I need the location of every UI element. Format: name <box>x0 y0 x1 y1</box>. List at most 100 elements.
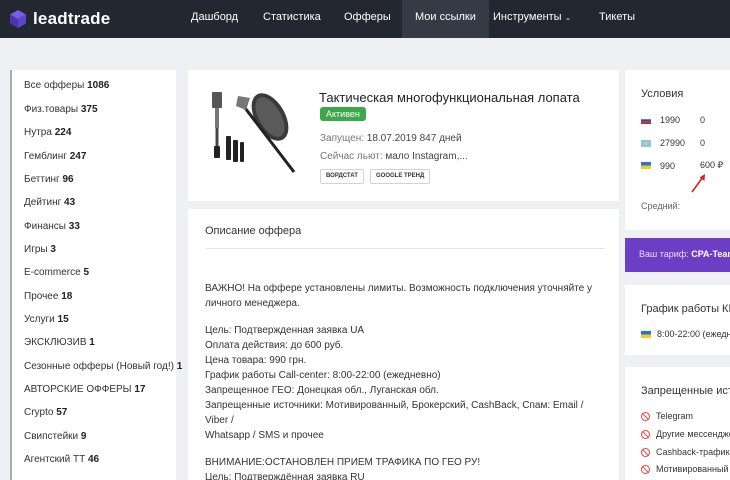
sidebar-item-services[interactable]: Услуги 15 <box>24 314 69 325</box>
sidebar-item-nutra[interactable]: Нутра 224 <box>24 127 71 138</box>
sidebar-item-label: Сезонные офферы (Новый год!) <box>24 361 174 372</box>
brand-name: leadtrade <box>33 9 111 28</box>
sidebar-item-label: Нутра <box>24 127 52 138</box>
sidebar-item-count: 9 <box>80 431 87 442</box>
category-sidebar: Все офферы 1086 Физ.товары 375 Нутра 224… <box>10 70 182 480</box>
sidebar-item-games[interactable]: Игры 3 <box>24 244 56 255</box>
sidebar-item-count: 18 <box>61 291 73 302</box>
sidebar-item-finance[interactable]: Финансы 33 <box>24 221 80 232</box>
offer-description-card: Описание оффера ВАЖНО! На оффере установ… <box>188 209 619 480</box>
condition-payout: 0 <box>700 115 706 125</box>
schedule-hours: 8:00-22:00 (ежедн <box>657 329 730 339</box>
kz-flag-icon <box>641 139 651 147</box>
brand-logo[interactable]: leadtrade <box>9 8 110 30</box>
condition-row-ua: 990 600 ₽ <box>641 160 723 171</box>
description-title: Описание оффера <box>205 225 302 237</box>
nav-statistics[interactable]: Статистика <box>250 0 334 38</box>
sidebar-item-count: 224 <box>54 127 72 138</box>
sidebar-item-count: 96 <box>62 174 74 185</box>
average-label: Средний: <box>641 201 681 211</box>
sidebar-item-ecommerce[interactable]: E-commerce 5 <box>24 267 89 278</box>
current-traffic-value: мало Instagram,... <box>385 151 468 162</box>
sidebar-item-label: АВТОРСКИЕ ОФФЕРЫ <box>24 384 132 395</box>
sidebar-item-count: 43 <box>64 197 76 208</box>
sidebar-item-label: Физ.товары <box>24 104 79 115</box>
description-line: Запрещенное ГЕО: Донецкая обл., Луганска… <box>205 385 439 396</box>
sidebar-item-count: 46 <box>87 454 100 465</box>
ua-flag-icon <box>641 330 651 338</box>
forbidden-source-label: Мотивированный <box>656 464 729 474</box>
sidebar-item-other[interactable]: Прочее 18 <box>24 291 72 302</box>
product-image <box>212 92 296 173</box>
sidebar-item-count: 17 <box>134 384 146 395</box>
sidebar-item-physical-goods[interactable]: Физ.товары 375 <box>24 104 98 115</box>
sidebar-item-dating[interactable]: Дейтинг 43 <box>24 197 75 208</box>
sidebar-item-label: Дейтинг <box>24 197 62 208</box>
description-line: ВНИМАНИЕ:ОСТАНОВЛЕН ПРИЕМ ТРАФИКА ПО ГЕО… <box>205 457 481 468</box>
offer-header-card: Тактическая многофункциональная лопата А… <box>188 70 619 201</box>
condition-row-ru: 1990 0 <box>641 115 705 125</box>
current-traffic-label: Сейчас льют: <box>320 151 383 162</box>
ua-flag-icon <box>641 162 651 169</box>
forbidden-source-item: Cashback-трафик <box>641 447 730 457</box>
sidebar-item-author-offers[interactable]: АВТОРСКИЕ ОФФЕРЫ 17 <box>24 384 145 395</box>
description-line: личного менеджера. <box>205 298 300 309</box>
sidebar-item-sweepstakes[interactable]: Свипстейки 9 <box>24 431 86 442</box>
sidebar-item-label: Гемблинг <box>24 151 67 162</box>
status-badge: Активен <box>320 107 366 121</box>
condition-price: 27990 <box>660 138 686 148</box>
nav-offers[interactable]: Офферы <box>331 0 404 38</box>
sidebar-item-seasonal[interactable]: Сезонные офферы (Новый год!) 1 <box>24 361 182 372</box>
nav-tools[interactable]: Инструменты ⌄ <box>480 0 584 38</box>
sidebar-item-all-offers[interactable]: Все офферы 1086 <box>24 80 109 91</box>
description-line: ВАЖНО! На оффере установлены лимиты. Воз… <box>205 283 593 294</box>
cube-logo-icon <box>10 10 26 28</box>
sidebar-item-label: Crypto <box>24 407 54 418</box>
description-gap <box>205 311 605 323</box>
sidebar-item-count: 247 <box>69 151 87 162</box>
sidebar-item-agency-tt[interactable]: Агентский ТТ 46 <box>24 454 99 465</box>
forbidden-source-item: Другие мессендже <box>641 429 730 439</box>
description-gap <box>205 443 605 455</box>
sidebar-item-count: 33 <box>68 221 80 232</box>
description-line: Whatsapp / SMS и прочее <box>205 430 324 441</box>
condition-payout: 600 ₽ <box>700 160 724 170</box>
nav-dashboard[interactable]: Дашборд <box>178 0 251 38</box>
nav-tickets[interactable]: Тикеты <box>586 0 648 38</box>
top-navigation-bar: leadtrade Дашборд Статистика Офферы Мои … <box>0 0 730 38</box>
launch-date-value: 18.07.2019 847 дней <box>366 133 462 144</box>
launch-date-label: Запущен: <box>320 133 364 144</box>
sidebar-item-label: Беттинг <box>24 174 60 185</box>
sidebar-item-crypto[interactable]: Crypto 57 <box>24 407 67 418</box>
sidebar-item-gambling[interactable]: Гемблинг 247 <box>24 151 86 162</box>
description-line: Цена товара: 990 грн. <box>205 355 307 366</box>
sidebar-item-count: 1 <box>176 361 183 372</box>
condition-price: 990 <box>660 160 676 171</box>
forbidden-source-item: Мотивированный <box>641 464 729 474</box>
sidebar-item-label: Агентский ТТ <box>24 454 86 465</box>
nav-my-links[interactable]: Мои ссылки <box>402 0 489 38</box>
sidebar-item-count: 57 <box>56 407 68 418</box>
sidebar-item-count: 3 <box>50 244 56 255</box>
google-trend-button[interactable]: GOOGLE ТРЕНД <box>370 169 431 184</box>
sidebar-item-label: Игры <box>24 244 48 255</box>
tariff-value: CPA-Team <box>691 249 730 259</box>
sidebar-item-count: 375 <box>80 104 98 115</box>
tariff-text: Ваш тариф: CPA-Team <box>639 249 730 259</box>
forbidden-source-label: Cashback-трафик <box>656 447 730 457</box>
sidebar-item-betting[interactable]: Беттинг 96 <box>24 174 74 185</box>
forbidden-source-label: Другие мессендже <box>656 429 730 439</box>
sidebar-item-exclusive[interactable]: ЭКСКЛЮЗИВ 1 <box>24 337 95 348</box>
description-line: График работы Call-center: 8:00-22:00 (е… <box>205 370 441 381</box>
wordstat-button[interactable]: ВОРДСТАТ <box>320 169 364 184</box>
condition-row-kz: 27990 0 <box>641 138 705 148</box>
sidebar-item-label: Услуги <box>24 314 55 325</box>
sidebar-item-count: 5 <box>83 267 90 278</box>
red-arrow-annotation-icon <box>691 174 705 193</box>
current-traffic: Сейчас льют: мало Instagram,... <box>320 151 468 162</box>
ban-icon <box>641 464 650 474</box>
chevron-down-icon: ⌄ <box>564 13 572 22</box>
tariff-banner[interactable]: Ваш тариф: CPA-Team <box>625 238 730 272</box>
divider <box>205 248 605 249</box>
schedule-title: График работы КЦ <box>641 303 730 315</box>
